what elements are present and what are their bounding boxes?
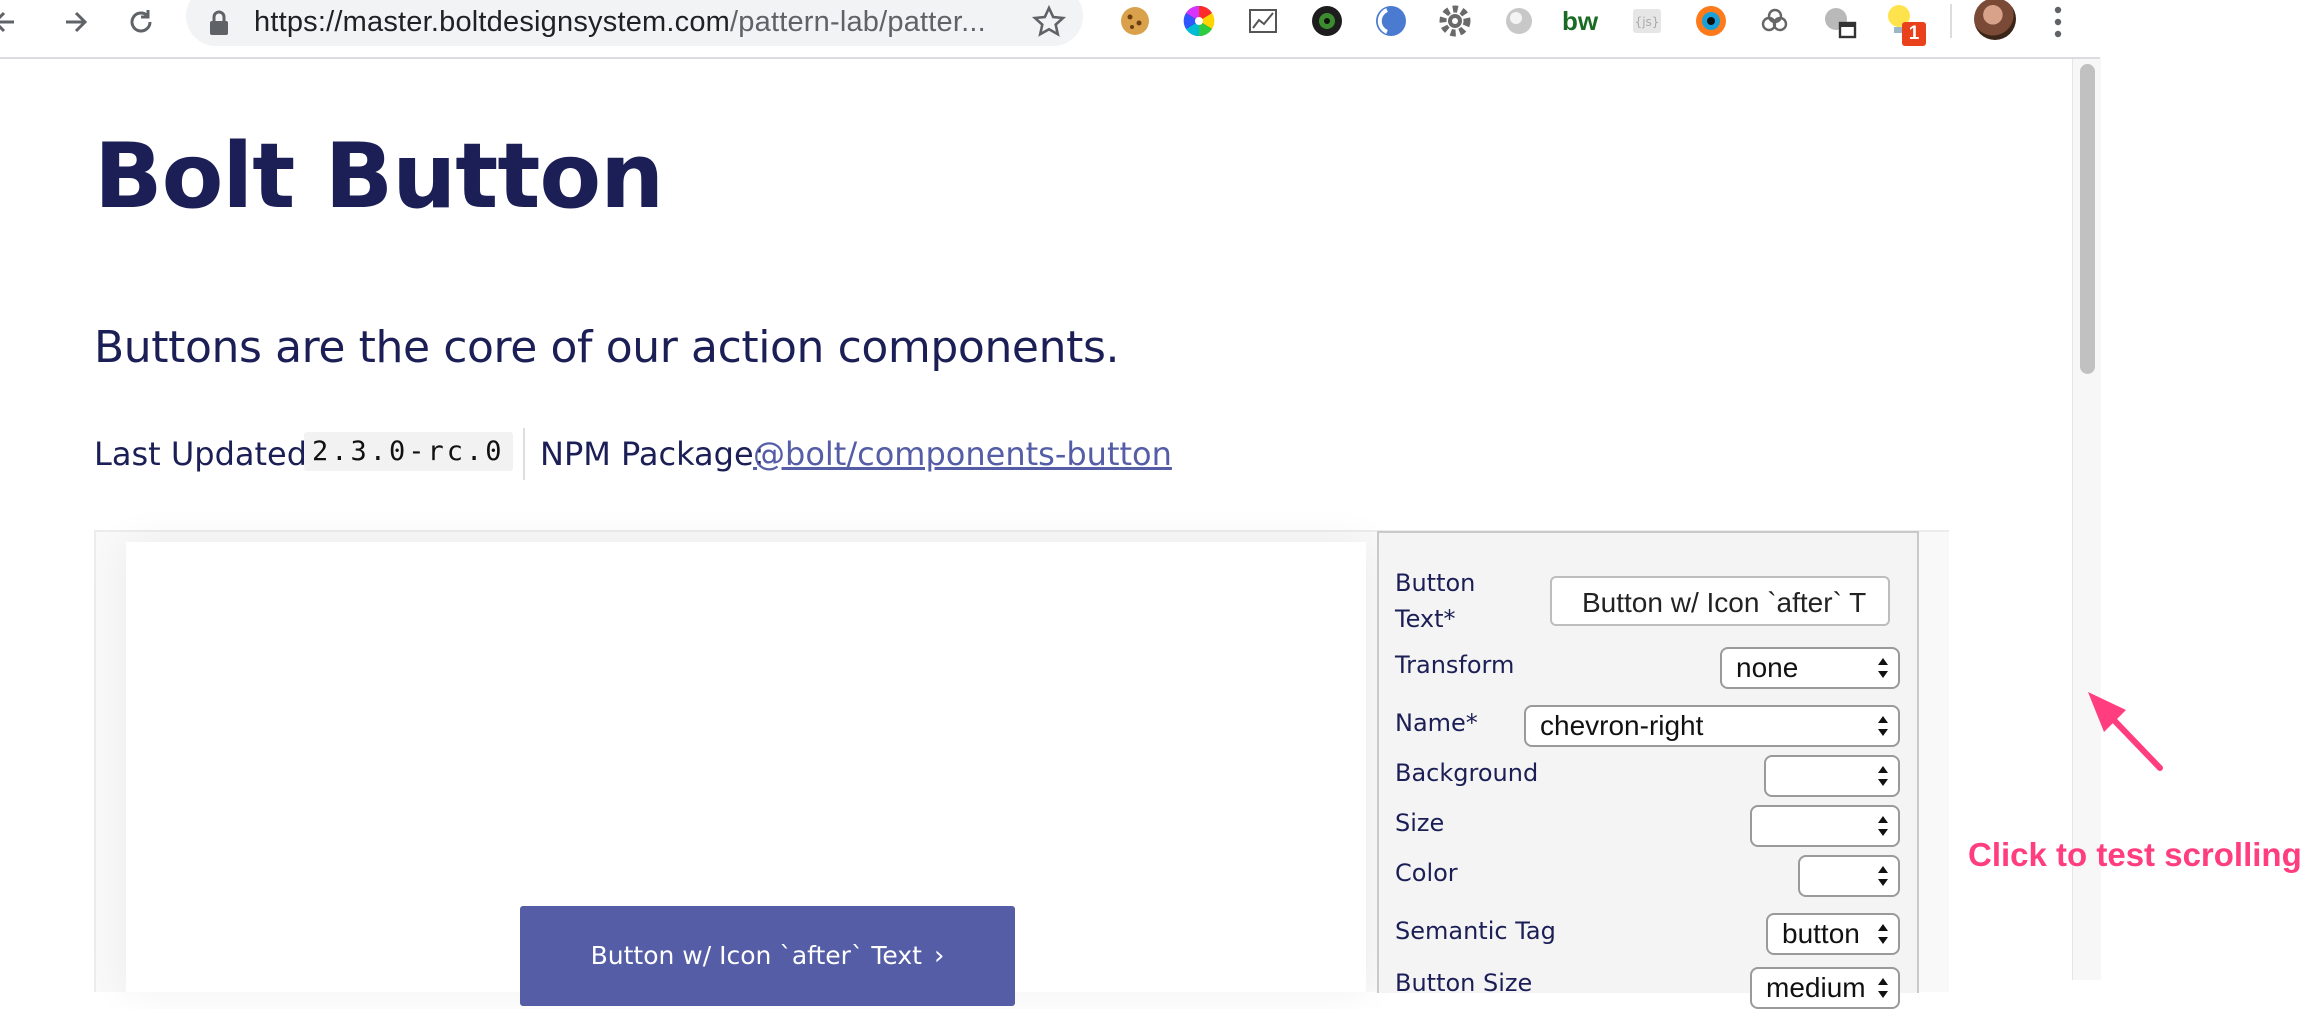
scroll-hint-annotation[interactable]: Click to test scrolling (1968, 836, 2302, 874)
bw-extension-icon[interactable]: bw (1562, 6, 1598, 37)
size-select[interactable] (1750, 805, 1900, 847)
select-arrows-icon (1878, 866, 1888, 886)
button-text-label: Button Text* (1395, 569, 1476, 633)
js-extension-icon[interactable]: {js} (1628, 2, 1666, 40)
select-arrows-icon (1878, 766, 1888, 786)
color-select[interactable] (1798, 855, 1900, 897)
scrollbar-thumb[interactable] (2080, 64, 2095, 374)
lens-extension-icon[interactable] (1308, 2, 1346, 40)
back-arrow-icon (0, 11, 14, 33)
color-wheel-extension-icon[interactable] (1180, 2, 1218, 40)
button-size-label: Button Size (1395, 969, 1533, 997)
more-menu-icon[interactable] (2052, 2, 2064, 42)
back-button[interactable] (0, 2, 24, 42)
grey-orb-extension-icon[interactable] (1500, 2, 1538, 40)
browser-toolbar: https://master.boltdesignsystem.com/patt… (0, 0, 2322, 57)
window-extension-icon[interactable] (1820, 2, 1858, 40)
profile-avatar[interactable] (1974, 0, 2016, 40)
bookmark-star-icon[interactable] (1029, 2, 1069, 42)
color-label: Color (1395, 859, 1458, 887)
background-label: Background (1395, 759, 1539, 787)
knobs-panel: Button Text* Button w/ Icon `after` T Tra… (1377, 531, 1919, 1009)
demo-stage: Button w/ Icon `after` Text › (126, 542, 1366, 1006)
select-arrows-icon (1878, 978, 1888, 998)
demo-button-label: Button w/ Icon `after` Text (590, 941, 922, 970)
eye-extension-icon[interactable] (1692, 2, 1730, 40)
page-title: Bolt Button (94, 124, 664, 229)
extension-count-badge: 1 (1902, 22, 1926, 46)
select-arrows-icon (1878, 816, 1888, 836)
transform-select[interactable]: none (1720, 647, 1900, 689)
background-select[interactable] (1764, 755, 1900, 797)
meta-divider (523, 428, 525, 480)
url-host: https://master.boltdesignsystem.com (254, 6, 731, 38)
gear-extension-icon[interactable] (1436, 2, 1474, 40)
page-lede: Buttons are the core of our action compo… (94, 322, 1120, 373)
name-select[interactable]: chevron-right (1524, 705, 1900, 747)
name-label: Name* (1395, 709, 1478, 737)
annotation-arrow-icon (2088, 692, 2163, 771)
chevron-right-icon: › (933, 941, 945, 971)
version-code: 2.3.0-rc.0 (304, 432, 513, 471)
svg-text:{js}: {js} (1635, 15, 1660, 29)
reload-button[interactable] (121, 2, 161, 42)
transform-label: Transform (1395, 651, 1515, 679)
npm-package-label: NPM Package: (540, 435, 765, 473)
semantic-tag-select[interactable]: button (1766, 913, 1900, 955)
npm-package-link[interactable]: @bolt/components-button (753, 435, 1172, 473)
toolbar-divider (1950, 4, 1952, 38)
button-size-select[interactable]: medium (1750, 967, 1900, 1009)
cookie-extension-icon[interactable] (1116, 2, 1154, 40)
select-arrows-icon (1878, 924, 1888, 944)
last-updated-label: Last Updated: (94, 435, 318, 473)
size-label: Size (1395, 809, 1445, 837)
url-text: https://master.boltdesignsystem.com/patt… (254, 6, 986, 39)
lock-icon (210, 10, 228, 35)
reload-icon (130, 10, 152, 33)
blue-circle-extension-icon[interactable] (1372, 2, 1410, 40)
semantic-tag-label: Semantic Tag (1395, 917, 1556, 945)
address-bar[interactable]: https://master.boltdesignsystem.com/patt… (186, 0, 1083, 46)
demo-button[interactable]: Button w/ Icon `after` Text › (520, 906, 1015, 1006)
button-text-input[interactable]: Button w/ Icon `after` T (1550, 576, 1890, 626)
select-arrows-icon (1878, 658, 1888, 678)
select-arrows-icon (1878, 716, 1888, 736)
forward-button[interactable] (56, 2, 96, 42)
forward-arrow-icon (66, 11, 88, 33)
url-path: /pattern-lab/patter... (730, 6, 986, 38)
chart-extension-icon[interactable] (1244, 2, 1282, 40)
cloud-extension-icon[interactable] (1756, 2, 1794, 40)
